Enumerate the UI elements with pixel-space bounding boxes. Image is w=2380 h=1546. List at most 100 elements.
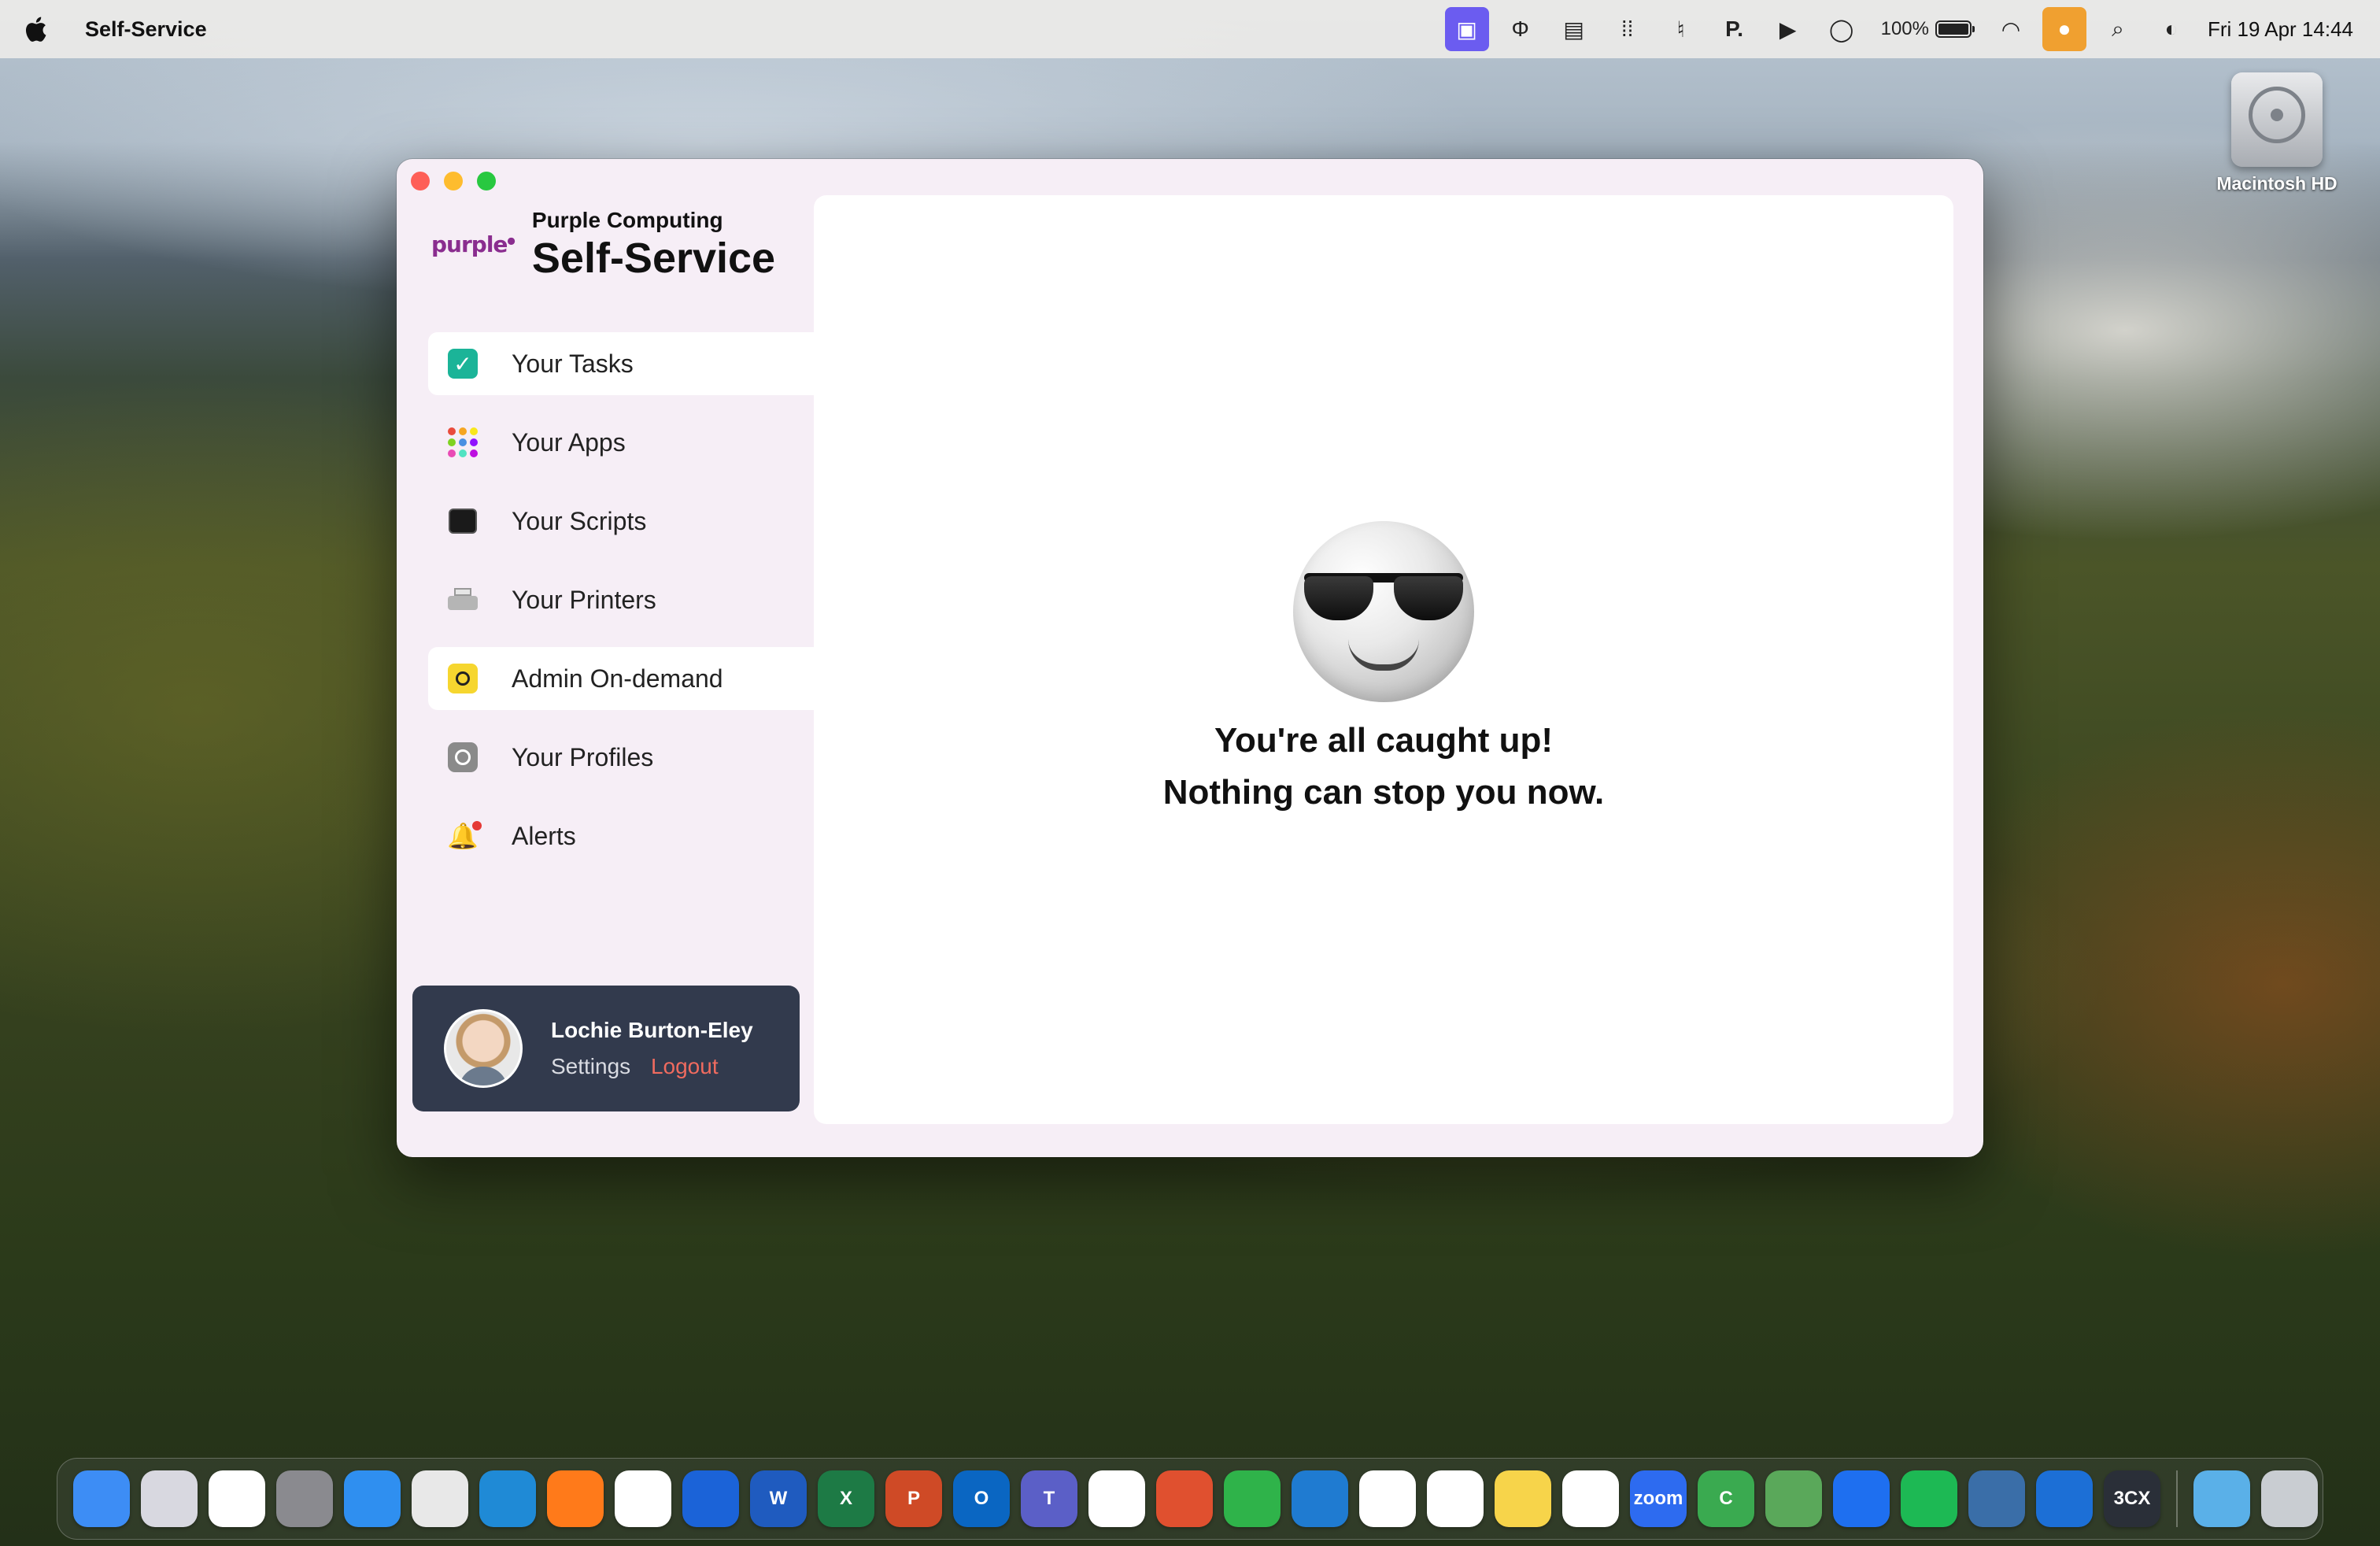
safari-icon[interactable] [344, 1470, 401, 1527]
reminders-icon[interactable] [1427, 1470, 1484, 1527]
sidebar-item-alerts[interactable]: 🔔 Alerts [428, 804, 815, 867]
sidebar-item-your-printers[interactable]: Your Printers [428, 568, 815, 631]
camtasia-icon[interactable]: C [1698, 1470, 1754, 1527]
microphone-icon[interactable]: ● [2042, 7, 2086, 51]
menu-clock[interactable]: Fri 19 Apr 14:44 [2208, 17, 2353, 42]
finder-icon[interactable] [73, 1470, 130, 1527]
sidebar-item-your-scripts[interactable]: Your Scripts [428, 490, 815, 553]
empty-state-message: You're all caught up! Nothing can stop y… [814, 715, 1953, 819]
control-center-icon[interactable]: ◐ [2149, 7, 2193, 51]
screen-share-icon[interactable]: ▣ [1444, 7, 1489, 51]
terminal-icon [447, 505, 479, 537]
close-button[interactable] [411, 172, 430, 190]
empty-state-line1: You're all caught up! [1214, 721, 1554, 760]
product-title: Self-Service [531, 235, 776, 282]
p-app-label: P. [1725, 17, 1744, 41]
xcode-icon[interactable] [2036, 1470, 2093, 1527]
launchpad-icon[interactable] [141, 1470, 198, 1527]
battery-status[interactable]: 100% [1873, 7, 1979, 51]
dock-icon-label: X [839, 1488, 852, 1509]
circle-icon[interactable]: ◯ [1820, 7, 1864, 51]
teamviewer-icon[interactable] [1833, 1470, 1890, 1527]
monday-icon[interactable] [1088, 1470, 1145, 1527]
freeform-icon[interactable] [1562, 1470, 1619, 1527]
user-name: Lochie Burton-Eley [551, 1018, 753, 1042]
notes-icon[interactable] [1495, 1470, 1551, 1527]
logout-link[interactable]: Logout [651, 1054, 719, 1078]
powerpoint-icon[interactable]: P [885, 1470, 942, 1527]
firefox-icon[interactable] [547, 1470, 604, 1527]
slack-icon[interactable] [615, 1470, 671, 1527]
edge-icon[interactable] [479, 1470, 536, 1527]
sidebar-item-label: Your Printers [512, 585, 656, 614]
sidebar-item-your-tasks[interactable]: ✓ Your Tasks [428, 332, 815, 395]
avatar[interactable] [444, 1009, 523, 1088]
maps-icon[interactable] [1765, 1470, 1822, 1527]
sidebar-item-your-profiles[interactable]: Your Profiles [428, 726, 815, 789]
settings-link[interactable]: Settings [551, 1054, 630, 1078]
remote-desktop-icon[interactable] [1156, 1470, 1213, 1527]
main-panel: You're all caught up! Nothing can stop y… [814, 195, 1953, 1124]
sunglasses-emoji-icon [1293, 521, 1474, 702]
3cx-icon[interactable]: 3CX [2104, 1470, 2160, 1527]
admin-icon [447, 663, 479, 694]
chrome-icon[interactable] [412, 1470, 468, 1527]
company-name: Purple Computing [531, 208, 723, 232]
user-links: Settings Logout [551, 1054, 753, 1079]
dock-icon-label: 3CX [2113, 1488, 2151, 1509]
menu-bar: Self-Service ▣ Φ ▤ ⁞⁞ ♮ P. ▶ ◯ 100% ◠ ● … [0, 0, 2380, 58]
numbers-icon[interactable] [1224, 1470, 1281, 1527]
desktop-hd-label: Macintosh HD [2216, 173, 2338, 194]
window-controls [411, 172, 496, 190]
hard-drive-icon[interactable] [2231, 72, 2323, 167]
sidebar-item-label: Your Profiles [512, 742, 654, 771]
zoom-button[interactable] [477, 172, 496, 190]
vscode-icon[interactable] [1292, 1470, 1348, 1527]
menu-status-area: ▣ Φ ▤ ⁞⁞ ♮ P. ▶ ◯ 100% ◠ ● ⌕ ◐ Fri 19 Ap… [1440, 0, 2356, 58]
battery-fill [1938, 24, 1968, 35]
bell-icon: 🔔 [447, 821, 482, 850]
system-settings-icon[interactable] [276, 1470, 333, 1527]
sidebar-item-admin-on-demand[interactable]: Admin On-demand [428, 647, 815, 710]
dock-icon-label: W [769, 1488, 788, 1509]
grid-dots-icon[interactable]: ⁞⁞ [1606, 7, 1650, 51]
dock-icon-label: T [1043, 1488, 1055, 1509]
p-app-icon[interactable]: P. [1713, 7, 1757, 51]
dock-separator [2176, 1470, 2178, 1527]
search-icon[interactable]: ⌕ [2096, 7, 2140, 51]
dock: W X P O Tzoom C 3CX [57, 1458, 2323, 1540]
tasks-check-icon: ✓ [447, 348, 479, 379]
dock-icon-label: zoom [1633, 1488, 1683, 1509]
preview-icon[interactable] [1968, 1470, 2025, 1527]
brand-header: purple● Purple Computing Self-Service [431, 208, 775, 282]
play-icon[interactable]: ▶ [1766, 7, 1810, 51]
minimize-button[interactable] [444, 172, 463, 190]
word-icon[interactable]: W [750, 1470, 807, 1527]
wifi-icon[interactable]: ◠ [1989, 7, 2033, 51]
profile-settings-icon [447, 742, 479, 773]
dock-icon-label: C [1719, 1488, 1733, 1509]
user-info: Lochie Burton-Eley Settings Logout [551, 1018, 753, 1079]
acrobat-icon[interactable] [1359, 1470, 1416, 1527]
dock-icon-label: O [974, 1488, 989, 1509]
desktop-hd-item[interactable]: Macintosh HD [2210, 72, 2344, 194]
menu-app-name[interactable]: Self-Service [85, 17, 207, 42]
sidebar-item-your-apps[interactable]: Your Apps [428, 411, 815, 474]
spotify-icon[interactable] [1901, 1470, 1957, 1527]
app-icon[interactable] [209, 1470, 265, 1527]
outlook-icon[interactable]: O [953, 1470, 1010, 1527]
1password-icon[interactable] [682, 1470, 739, 1527]
battery-icon [1935, 20, 1975, 38]
dock-icon-label: P [907, 1488, 920, 1509]
zoom-icon[interactable]: zoom [1630, 1470, 1687, 1527]
excel-icon[interactable]: X [818, 1470, 874, 1527]
sidebar-nav: ✓ Your Tasks Your Apps Your Scripts Your… [428, 332, 815, 883]
accessibility-icon[interactable]: ♮ [1659, 7, 1703, 51]
downloads-folder-icon[interactable] [2193, 1470, 2250, 1527]
trash-icon[interactable] [2261, 1470, 2318, 1527]
teams-icon[interactable]: T [1021, 1470, 1077, 1527]
type-icon[interactable]: Φ [1499, 7, 1543, 51]
sidebar-item-label: Your Apps [512, 427, 626, 457]
apple-logo-icon[interactable] [24, 16, 63, 43]
keyboard-icon[interactable]: ▤ [1552, 7, 1596, 51]
